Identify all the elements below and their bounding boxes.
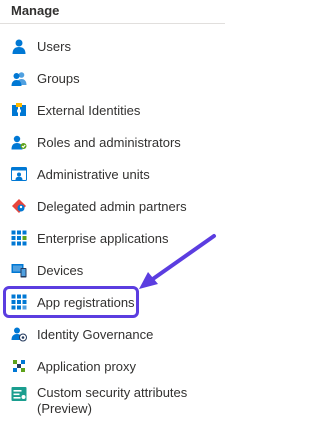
roles-icon bbox=[11, 135, 27, 150]
menu-item-label: Enterprise applications bbox=[37, 230, 169, 246]
enterprise-apps-icon bbox=[11, 230, 27, 246]
menu-item-roles-and-administrators[interactable]: Roles and administrators bbox=[0, 126, 243, 158]
manage-menu: Users Groups External Identities Roles a… bbox=[0, 30, 243, 425]
app-registrations-icon bbox=[11, 294, 27, 310]
delegated-partners-icon bbox=[12, 199, 26, 213]
menu-item-administrative-units[interactable]: Administrative units bbox=[0, 158, 243, 190]
menu-item-devices[interactable]: Devices bbox=[0, 254, 243, 286]
menu-item-identity-governance[interactable]: Identity Governance bbox=[0, 318, 243, 350]
section-title: Manage bbox=[11, 3, 60, 18]
external-identities-icon bbox=[12, 103, 26, 116]
menu-item-label: Delegated admin partners bbox=[37, 198, 187, 214]
section-divider bbox=[0, 23, 225, 24]
user-icon bbox=[12, 39, 26, 54]
menu-item-label: Identity Governance bbox=[37, 326, 154, 342]
menu-item-label: Roles and administrators bbox=[37, 134, 181, 150]
custom-security-attributes-icon bbox=[11, 387, 27, 401]
menu-item-delegated-admin-partners[interactable]: Delegated admin partners bbox=[0, 190, 243, 222]
menu-item-application-proxy[interactable]: Application proxy bbox=[0, 350, 243, 382]
menu-item-enterprise-applications[interactable]: Enterprise applications bbox=[0, 222, 243, 254]
menu-item-label: Administrative units bbox=[37, 166, 150, 182]
groups-icon bbox=[11, 72, 27, 86]
menu-item-label: External Identities bbox=[37, 102, 141, 118]
menu-item-label: Users bbox=[37, 38, 71, 54]
menu-item-label: Groups bbox=[37, 70, 80, 86]
menu-item-groups[interactable]: Groups bbox=[0, 62, 243, 94]
menu-item-label: Application proxy bbox=[37, 358, 136, 374]
menu-item-users[interactable]: Users bbox=[0, 30, 243, 62]
admin-units-icon bbox=[11, 167, 27, 181]
menu-item-external-identities[interactable]: External Identities bbox=[0, 94, 243, 126]
menu-item-label: App registrations bbox=[37, 294, 135, 310]
devices-icon bbox=[11, 264, 27, 278]
menu-item-label: Devices bbox=[37, 262, 84, 278]
menu-item-label: Custom security attributes (Preview) bbox=[37, 385, 188, 416]
application-proxy-icon bbox=[13, 360, 25, 372]
menu-item-app-registrations[interactable]: App registrations bbox=[0, 286, 243, 318]
identity-governance-icon bbox=[11, 327, 27, 342]
